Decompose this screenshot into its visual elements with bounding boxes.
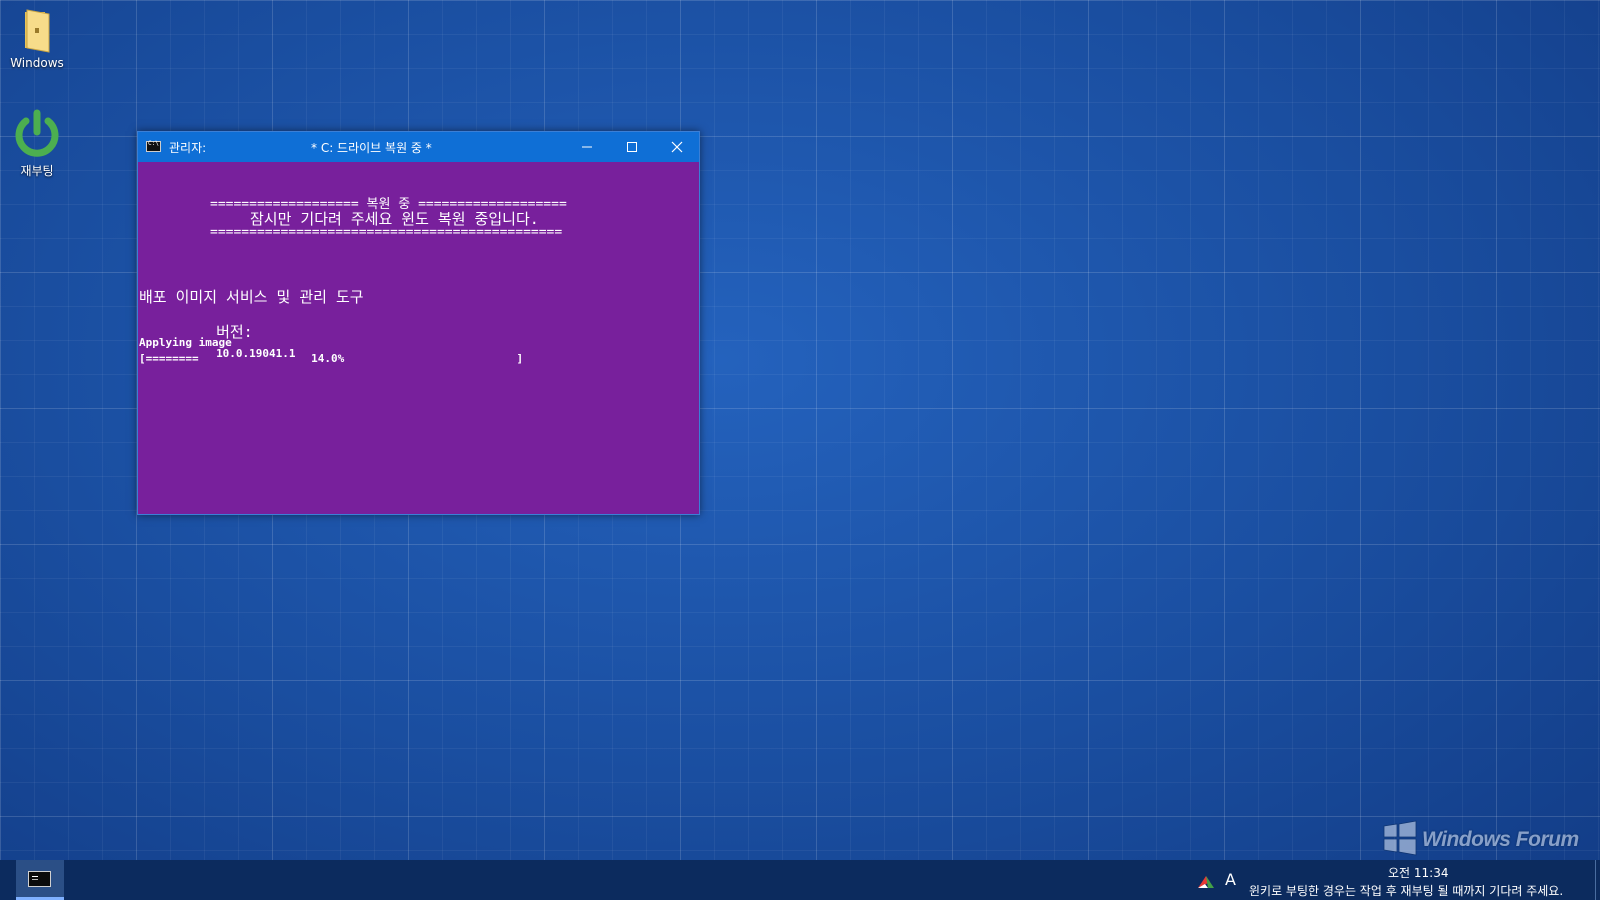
- taskbar-message: 윈키로 부팅한 경우는 작업 후 재부팅 될 때까지 기다려 주세요.: [1249, 884, 1564, 898]
- close-icon: [671, 141, 682, 153]
- network-icon[interactable]: [1196, 870, 1216, 890]
- minimize-icon: [581, 146, 592, 148]
- taskbar-cmd-button[interactable]: [16, 860, 64, 900]
- progress-bar-text: [======== 14.0% ]: [139, 352, 524, 365]
- maximize-icon: [626, 142, 637, 152]
- power-icon: [11, 108, 63, 160]
- banner-bottom: ========================================…: [210, 225, 563, 240]
- clock-time[interactable]: 오전 11:34: [1388, 864, 1448, 881]
- desktop: Windows 재부팅 관리자: * C: 드라이브 복원 중 *: [0, 0, 1600, 900]
- close-button[interactable]: [654, 132, 699, 162]
- watermark-text: Windows Forum: [1422, 828, 1579, 851]
- cmd-icon: [28, 871, 51, 887]
- console-output[interactable]: =================== 복원 중 ===============…: [138, 162, 699, 514]
- applying-image-text: Applying image: [139, 336, 232, 349]
- maximize-button[interactable]: [609, 132, 654, 162]
- minimize-button[interactable]: [564, 132, 609, 162]
- show-desktop-button[interactable]: [1595, 860, 1596, 900]
- watermark: Windows Forum: [1380, 818, 1579, 858]
- window-title: * C: 드라이브 복원 중 *: [311, 141, 432, 155]
- windows-logo-icon: [1383, 820, 1417, 856]
- desktop-icon-label: Windows: [10, 56, 64, 70]
- folder-icon: [19, 8, 55, 54]
- ime-indicator[interactable]: A: [1225, 870, 1236, 910]
- desktop-icon-label: 재부팅: [20, 164, 54, 178]
- cmd-window: 관리자: * C: 드라이브 복원 중 * ==================…: [137, 131, 700, 515]
- window-titlebar[interactable]: 관리자: * C: 드라이브 복원 중 *: [138, 132, 699, 162]
- taskbar: A 오전 11:34 윈키로 부팅한 경우는 작업 후 재부팅 될 때까지 기다…: [0, 860, 1600, 900]
- window-title-prefix: 관리자:: [169, 141, 207, 155]
- desktop-icon-reboot[interactable]: 재부팅: [1, 108, 73, 179]
- cmd-icon: [146, 140, 161, 152]
- desktop-icon-windows[interactable]: Windows: [1, 8, 73, 70]
